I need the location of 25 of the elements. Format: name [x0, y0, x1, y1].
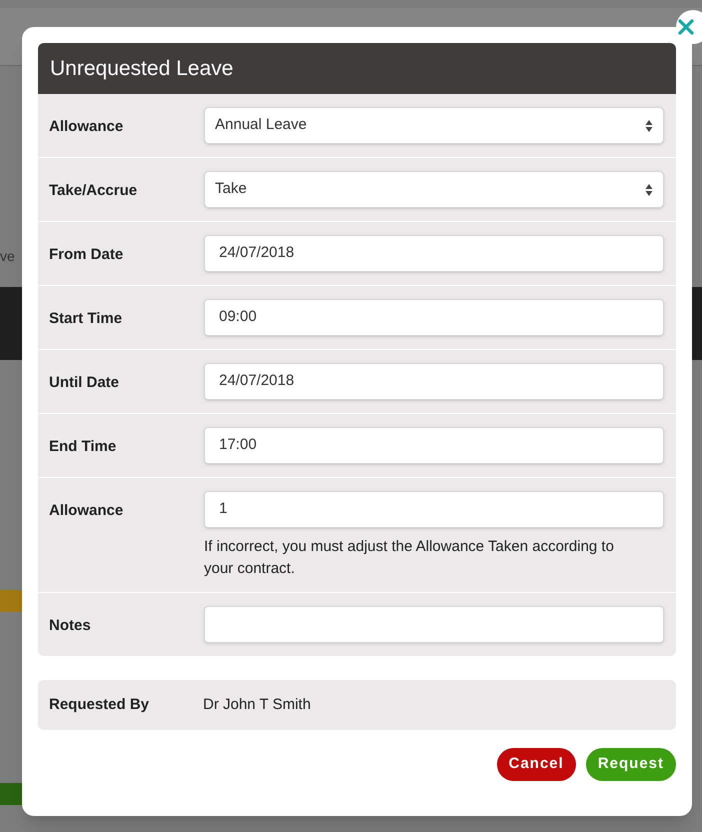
background-text: ve [0, 247, 15, 266]
select-field[interactable]: Take [204, 171, 664, 208]
field-label: Notes [49, 616, 92, 636]
field-label: Until Date [49, 373, 120, 393]
input-field[interactable]: 24/07/2018 [204, 235, 664, 272]
cancel-button[interactable]: Cancel [496, 748, 576, 781]
input-field[interactable] [204, 606, 664, 643]
dialog-title: Unrequested Leave [50, 56, 234, 82]
field-label: Requested By [49, 694, 150, 715]
requested-by-value: Dr John T Smith [203, 694, 311, 715]
field-label: Allowance [49, 117, 124, 137]
select-field[interactable]: Annual Leave [204, 107, 664, 144]
sort-arrows-icon [645, 118, 653, 132]
input-field[interactable]: 09:00 [204, 299, 664, 336]
sort-arrows-icon [645, 182, 653, 196]
close-icon [678, 19, 694, 35]
help-text: If incorrect, you must adjust the Allowance Taken according to your contract. [204, 537, 615, 579]
input-field[interactable]: 1 [204, 491, 664, 528]
field-label: End Time [49, 437, 118, 457]
field-label: Start Time [49, 309, 124, 329]
field-label: Allowance [49, 501, 124, 521]
field-label: Take/Accrue [49, 181, 138, 201]
field-label: From Date [49, 245, 124, 265]
input-field[interactable]: 24/07/2018 [204, 363, 664, 400]
input-field[interactable]: 17:00 [204, 427, 664, 464]
